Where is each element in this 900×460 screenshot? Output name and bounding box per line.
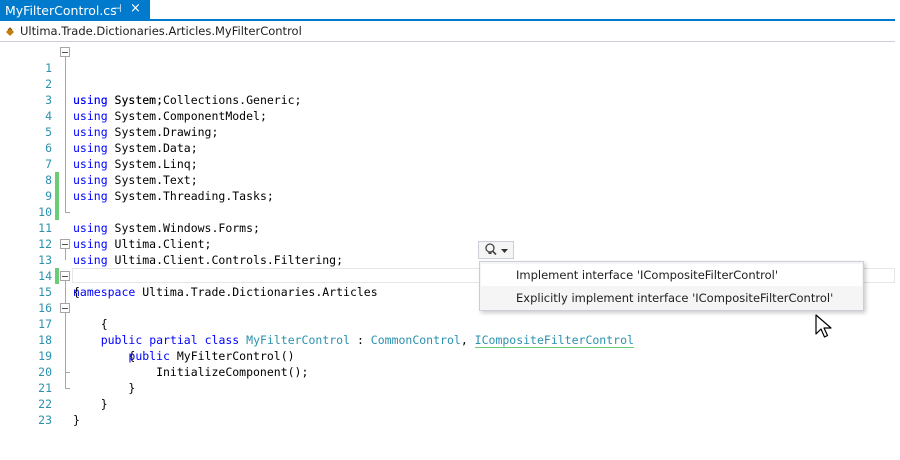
document-tab-strip: MyFilterControl.cs ⊣ × [0, 0, 895, 21]
chevron-down-icon [501, 244, 508, 257]
code-editor[interactable]: 1 using System; 2 using System.Collectio… [0, 42, 895, 430]
close-icon[interactable]: × [130, 1, 141, 16]
change-marker [55, 204, 59, 220]
change-marker [55, 172, 59, 188]
code-line: 18 { [0, 316, 895, 363]
lightbulb-screwdriver-icon [484, 242, 498, 259]
collapse-toggle[interactable] [60, 271, 70, 281]
quick-actions-menu: Implement interface 'ICompositeFilterCon… [479, 261, 864, 311]
code-line: 13 namespace Ultima.Trade.Dictionaries.A… [0, 236, 895, 299]
change-marker [55, 188, 59, 204]
navigation-bar[interactable]: Ultima.Trade.Dictionaries.Articles.MyFil… [0, 21, 895, 42]
code-line: 21 } [0, 364, 895, 411]
mouse-cursor-icon [814, 314, 834, 340]
code-line: 3 using System.ComponentModel; [0, 76, 895, 123]
type-path: Ultima.Trade.Dictionaries.Articles.MyFil… [20, 24, 302, 38]
code-line: 6 using System.Linq; [0, 124, 895, 171]
code-line: 4 using System.Drawing; [0, 92, 895, 139]
line-number: 23 [38, 413, 52, 427]
menu-item-label: Explicitly implement interface 'IComposi… [516, 291, 834, 305]
collapse-toggle[interactable] [60, 47, 70, 57]
code-line: 5 using System.Data; [0, 108, 895, 155]
code-line: 7 using System.Text; [0, 140, 895, 187]
code-line: 23 [0, 396, 895, 427]
code-line: 12 [0, 220, 895, 251]
code-line: 9 using System.Windows.Forms; [0, 172, 895, 235]
class-icon [4, 25, 16, 37]
code-line: 19 InitializeComponent(); [0, 332, 895, 379]
code-line: 10 using Ultima.Client; [0, 188, 895, 251]
quick-actions-button[interactable] [478, 241, 514, 259]
collapse-toggle[interactable] [60, 239, 70, 249]
code-line: 20 } [0, 348, 895, 395]
code-line: 1 using System; [0, 44, 895, 107]
code-line: 2 using System.Collections.Generic; [0, 60, 895, 107]
collapse-toggle[interactable] [60, 303, 70, 313]
document-tab[interactable]: MyFilterControl.cs ⊣ × [0, 0, 150, 20]
code-line: 8 using System.Threading.Tasks; [0, 156, 895, 203]
implement-interface-item[interactable]: Implement interface 'ICompositeFilterCon… [481, 264, 862, 286]
code-line: 11 using Ultima.Client.Controls.Filterin… [0, 204, 895, 267]
tab-title: MyFilterControl.cs [5, 2, 117, 18]
explicitly-implement-interface-item[interactable]: Explicitly implement interface 'IComposi… [481, 287, 862, 309]
change-marker [55, 268, 59, 284]
code-line: 22 } [0, 380, 895, 427]
pin-icon[interactable]: ⊣ [112, 2, 122, 15]
code-text: } [73, 413, 80, 427]
menu-item-label: Implement interface 'ICompositeFilterCon… [516, 268, 778, 282]
